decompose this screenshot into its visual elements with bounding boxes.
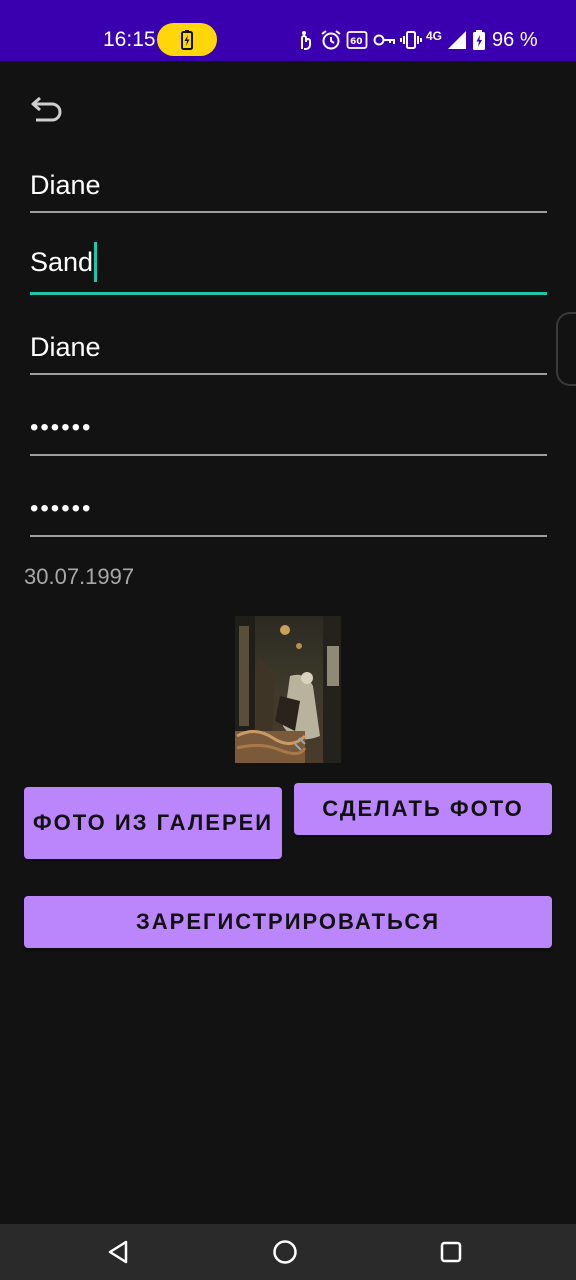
last-name-value: Sand <box>30 247 94 277</box>
login-field[interactable]: Diane <box>30 315 547 375</box>
vibrate-icon <box>400 31 422 49</box>
login-value: Diane <box>30 332 101 362</box>
text-caret <box>94 242 98 282</box>
password-field[interactable]: •••••• <box>30 396 547 456</box>
password-confirm-field[interactable]: •••••• <box>30 477 547 537</box>
register-button[interactable]: ЗАРЕГИСТРИРОВАТЬСЯ <box>24 896 552 948</box>
status-bar: 16:15 60 4G 96 % <box>0 0 576 61</box>
alarm-icon <box>321 30 341 50</box>
navigation-bar <box>0 1224 576 1280</box>
edge-panel-handle[interactable] <box>556 312 576 386</box>
battery-percent: 96 % <box>492 28 538 51</box>
back-button[interactable] <box>28 90 68 130</box>
battery-icon <box>473 30 486 50</box>
accessibility-icon <box>301 31 311 50</box>
network-type: 4G <box>426 29 443 43</box>
last-name-wrap: Sand <box>30 242 98 282</box>
nav-recents-button[interactable] <box>436 1237 466 1267</box>
nav-back-icon <box>108 1240 128 1264</box>
vpn-key-icon <box>373 34 395 46</box>
signal-icon <box>448 31 467 49</box>
password-value: •••••• <box>30 414 93 441</box>
first-name-field[interactable]: Diane <box>30 153 547 213</box>
status-icons: 60 4G 96 % <box>296 26 538 54</box>
profile-photo <box>235 616 341 763</box>
gallery-photo-button[interactable]: ФОТО ИЗ ГАЛЕРЕИ <box>24 787 282 859</box>
nav-recents-icon <box>440 1241 462 1263</box>
birth-date[interactable]: 30.07.1997 <box>24 564 134 590</box>
first-name-value: Diane <box>30 170 101 200</box>
last-name-field[interactable]: Sand <box>30 235 547 295</box>
nav-home-icon <box>273 1240 297 1264</box>
back-arrow-icon <box>31 96 62 122</box>
battery-charging-pill <box>157 23 217 56</box>
battery-charging-icon <box>181 30 193 50</box>
status-time: 16:15 <box>103 28 156 51</box>
nav-back-button[interactable] <box>104 1237 134 1267</box>
password-confirm-value: •••••• <box>30 495 93 522</box>
svg-text:60: 60 <box>350 37 363 47</box>
take-photo-button[interactable]: СДЕЛАТЬ ФОТО <box>294 783 552 835</box>
nav-home-button[interactable] <box>270 1237 300 1267</box>
sixty-hz-icon: 60 <box>346 31 368 49</box>
